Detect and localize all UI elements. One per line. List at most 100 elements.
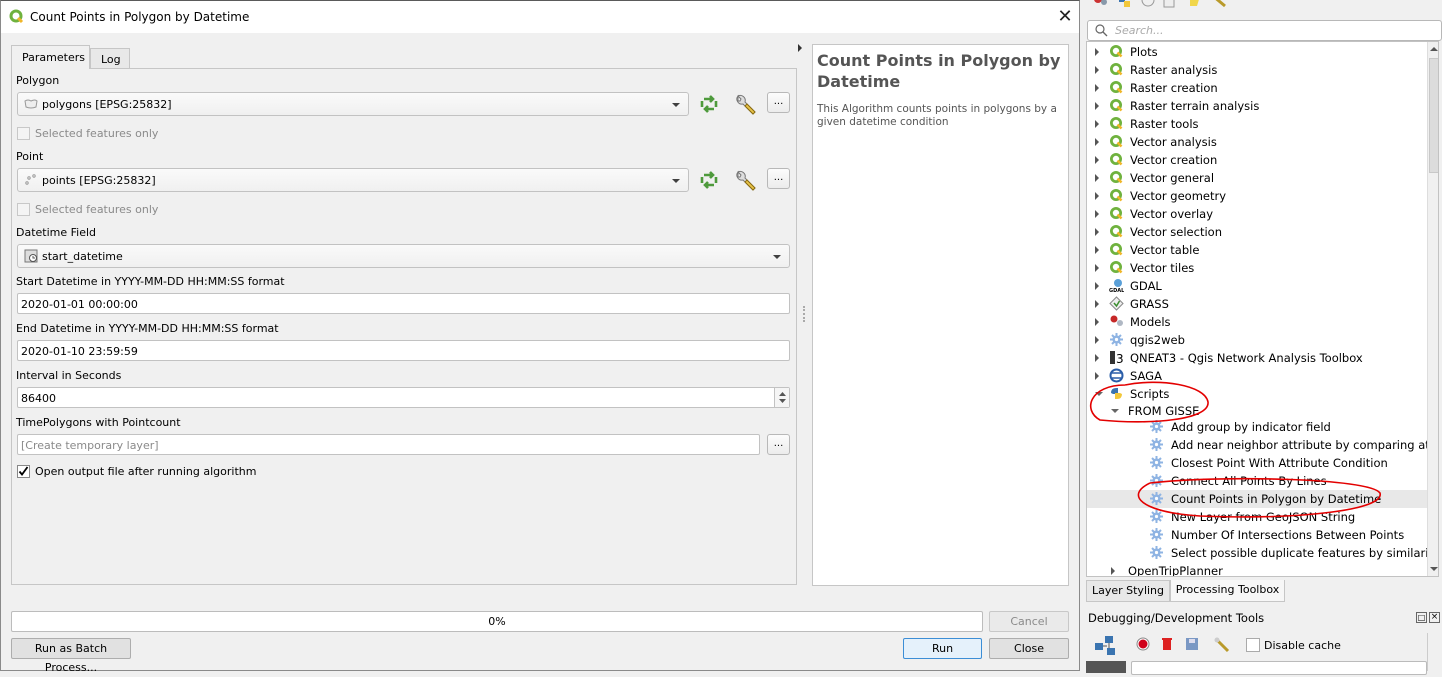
run-as-batch-button[interactable]: Run as Batch Process... <box>11 638 131 674</box>
algorithm-item[interactable]: Add group by indicator field <box>1087 418 1427 436</box>
tree-scrollbar[interactable] <box>1427 42 1438 576</box>
expanded-arrow-icon[interactable] <box>1111 409 1119 413</box>
provider-group[interactable]: Vector selection <box>1087 223 1427 241</box>
collapsed-arrow-icon[interactable] <box>1095 66 1099 74</box>
float-panel-icon[interactable]: □ <box>1416 612 1427 623</box>
provider-group[interactable]: Raster terrain analysis <box>1087 97 1427 115</box>
tab-log[interactable]: Log <box>90 48 130 69</box>
collapsed-arrow-icon[interactable] <box>1095 228 1099 236</box>
interval-spin-buttons[interactable] <box>774 388 789 407</box>
expanded-arrow-icon[interactable] <box>1095 392 1103 396</box>
algorithm-item[interactable]: New Layer from GeoJSON String <box>1087 508 1427 526</box>
point-layer-select[interactable]: points [EPSG:25832] <box>17 168 689 192</box>
debug-filter-input[interactable] <box>1131 661 1427 675</box>
algorithm-item[interactable]: Closest Point With Attribute Condition <box>1087 454 1427 472</box>
splitter-handle[interactable] <box>803 306 805 322</box>
close-button[interactable]: Close <box>989 638 1069 659</box>
tab-layer-styling[interactable]: Layer Styling <box>1086 580 1170 602</box>
network-icon[interactable] <box>1093 635 1117 657</box>
provider-group[interactable]: Vector geometry <box>1087 187 1427 205</box>
results-viewer-icon[interactable] <box>1163 0 1175 8</box>
polygon-options-button[interactable]: ... <box>767 92 790 113</box>
close-panel-icon[interactable]: × <box>1429 612 1440 623</box>
debug-filter-button[interactable] <box>1086 661 1126 673</box>
run-button[interactable]: Run <box>903 638 982 659</box>
tab-processing-toolbox[interactable]: Processing Toolbox <box>1170 580 1285 602</box>
collapsed-arrow-icon[interactable] <box>1095 264 1099 272</box>
wrench-icon[interactable] <box>734 93 756 115</box>
collapsed-arrow-icon[interactable] <box>1095 372 1099 380</box>
provider-group[interactable]: Plots <box>1087 43 1427 61</box>
scroll-up-icon[interactable] <box>1430 46 1438 52</box>
save-icon[interactable] <box>1185 637 1199 651</box>
provider-group[interactable]: Scripts <box>1087 385 1427 403</box>
provider-group[interactable]: Vector tiles <box>1087 259 1427 277</box>
record-icon[interactable] <box>1136 637 1150 651</box>
point-selected-only-checkbox[interactable] <box>17 203 30 216</box>
tree-scroll-thumb[interactable] <box>1429 58 1438 173</box>
scroll-down-icon[interactable] <box>1430 566 1438 572</box>
provider-group[interactable]: SAGA <box>1087 367 1427 385</box>
toolbox-search-input[interactable]: Search... <box>1087 20 1442 41</box>
provider-group[interactable]: Vector creation <box>1087 151 1427 169</box>
provider-group[interactable]: OpenTripPlanner <box>1087 562 1427 576</box>
tab-parameters[interactable]: Parameters <box>11 45 90 69</box>
algorithm-item[interactable]: Add near neighbor attribute by comparing… <box>1087 436 1438 454</box>
provider-group[interactable]: Vector overlay <box>1087 205 1427 223</box>
polygon-layer-select[interactable]: polygons [EPSG:25832] <box>17 92 689 116</box>
collapsed-arrow-icon[interactable] <box>1095 138 1099 146</box>
collapsed-arrow-icon[interactable] <box>1095 48 1099 56</box>
collapsed-arrow-icon[interactable] <box>1095 354 1099 362</box>
polygon-selected-only-checkbox[interactable] <box>17 127 30 140</box>
algorithm-item[interactable]: Count Points in Polygon by Datetime <box>1087 490 1427 508</box>
close-window-button[interactable]: ✕ <box>1051 5 1079 29</box>
point-options-button[interactable]: ... <box>767 168 790 189</box>
provider-group[interactable]: Raster analysis <box>1087 61 1427 79</box>
datetime-field-select[interactable]: start_datetime <box>17 244 790 268</box>
algorithm-item[interactable]: Select possible duplicate features by si… <box>1087 544 1438 562</box>
wrench-icon[interactable] <box>734 169 756 191</box>
python-scripts-menu-icon[interactable] <box>1117 0 1133 8</box>
collapsed-arrow-icon[interactable] <box>1095 120 1099 128</box>
trash-icon[interactable] <box>1160 637 1174 651</box>
end-datetime-input[interactable]: 2020-01-10 23:59:59 <box>17 340 790 361</box>
provider-group[interactable]: Vector table <box>1087 241 1427 259</box>
provider-group[interactable]: Models <box>1087 313 1427 331</box>
collapsed-arrow-icon[interactable] <box>1095 192 1099 200</box>
open-output-checkbox[interactable] <box>17 465 30 478</box>
iterate-over-features-icon[interactable] <box>698 93 720 115</box>
disable-cache-checkbox[interactable] <box>1246 638 1260 652</box>
collapsed-arrow-icon[interactable] <box>1095 282 1099 290</box>
provider-group[interactable]: Raster tools <box>1087 115 1427 133</box>
algorithm-item[interactable]: Connect All Points By Lines <box>1087 472 1427 490</box>
algorithm-item[interactable]: Number Of Intersections Between Points <box>1087 526 1427 544</box>
collapsed-arrow-icon[interactable] <box>1095 336 1099 344</box>
provider-group[interactable]: Vector analysis <box>1087 133 1427 151</box>
collapsed-arrow-icon[interactable] <box>1095 102 1099 110</box>
collapsed-arrow-icon[interactable] <box>1095 300 1099 308</box>
cancel-button[interactable]: Cancel <box>989 611 1069 632</box>
collapsed-arrow-icon[interactable] <box>1095 174 1099 182</box>
provider-group[interactable]: GRASS <box>1087 295 1427 313</box>
provider-group[interactable]: GDAL GDAL <box>1087 277 1427 295</box>
collapsed-arrow-icon[interactable] <box>1095 246 1099 254</box>
collapsed-arrow-icon[interactable] <box>1111 567 1115 575</box>
provider-group[interactable]: Raster creation <box>1087 79 1427 97</box>
collapsed-arrow-icon[interactable] <box>1095 210 1099 218</box>
debug-scrollbar[interactable] <box>1427 633 1441 671</box>
collapsed-arrow-icon[interactable] <box>1095 318 1099 326</box>
wrench-icon[interactable] <box>1214 637 1230 653</box>
provider-group[interactable]: Vector general <box>1087 169 1427 187</box>
interval-spinbox[interactable]: 86400 <box>17 387 790 408</box>
provider-group[interactable]: 3 QNEAT3 - Qgis Network Analysis Toolbox <box>1087 349 1427 367</box>
history-icon[interactable] <box>1141 0 1155 8</box>
output-destination-input[interactable]: [Create temporary layer] <box>17 434 760 455</box>
edit-features-in-place-icon[interactable] <box>1188 0 1202 8</box>
output-options-button[interactable]: ... <box>767 434 790 455</box>
collapsed-arrow-icon[interactable] <box>1095 156 1099 164</box>
options-wrench-icon[interactable] <box>1211 0 1227 8</box>
provider-group[interactable]: qgis2web <box>1087 331 1427 349</box>
start-datetime-input[interactable]: 2020-01-01 00:00:00 <box>17 293 790 314</box>
iterate-over-features-icon[interactable] <box>698 169 720 191</box>
collapse-help-arrow-icon[interactable] <box>798 44 802 52</box>
